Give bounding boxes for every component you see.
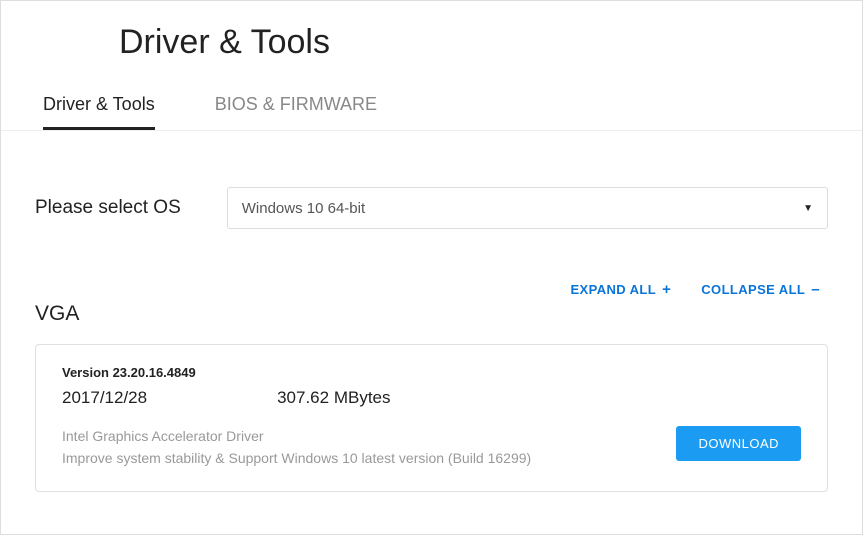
os-select-label: Please select OS — [35, 197, 181, 219]
collapse-all-label: COLLAPSE ALL — [701, 282, 805, 297]
page-title: Driver & Tools — [1, 1, 862, 62]
expand-all-label: EXPAND ALL — [570, 282, 656, 297]
caret-down-icon: ▼ — [803, 203, 813, 214]
driver-version: Version 23.20.16.4849 — [62, 365, 391, 380]
tabs: Driver & Tools BIOS & FIRMWARE — [1, 62, 862, 131]
tab-driver-tools[interactable]: Driver & Tools — [43, 94, 155, 130]
expand-all-button[interactable]: EXPAND ALL + — [570, 281, 671, 298]
driver-date: 2017/12/28 — [62, 388, 147, 408]
os-select-value: Windows 10 64-bit — [242, 200, 365, 217]
os-select[interactable]: Windows 10 64-bit ▼ — [227, 187, 828, 229]
driver-card: Version 23.20.16.4849 2017/12/28 307.62 … — [35, 344, 828, 492]
driver-description: Intel Graphics Accelerator Driver Improv… — [62, 426, 656, 469]
collapse-all-button[interactable]: COLLAPSE ALL – — [701, 281, 820, 298]
section-title: VGA — [35, 302, 828, 326]
download-button[interactable]: DOWNLOAD — [676, 426, 801, 461]
minus-icon: – — [811, 281, 820, 298]
tab-bios-firmware[interactable]: BIOS & FIRMWARE — [215, 94, 377, 130]
plus-icon: + — [662, 281, 671, 298]
driver-size: 307.62 MBytes — [277, 388, 390, 408]
